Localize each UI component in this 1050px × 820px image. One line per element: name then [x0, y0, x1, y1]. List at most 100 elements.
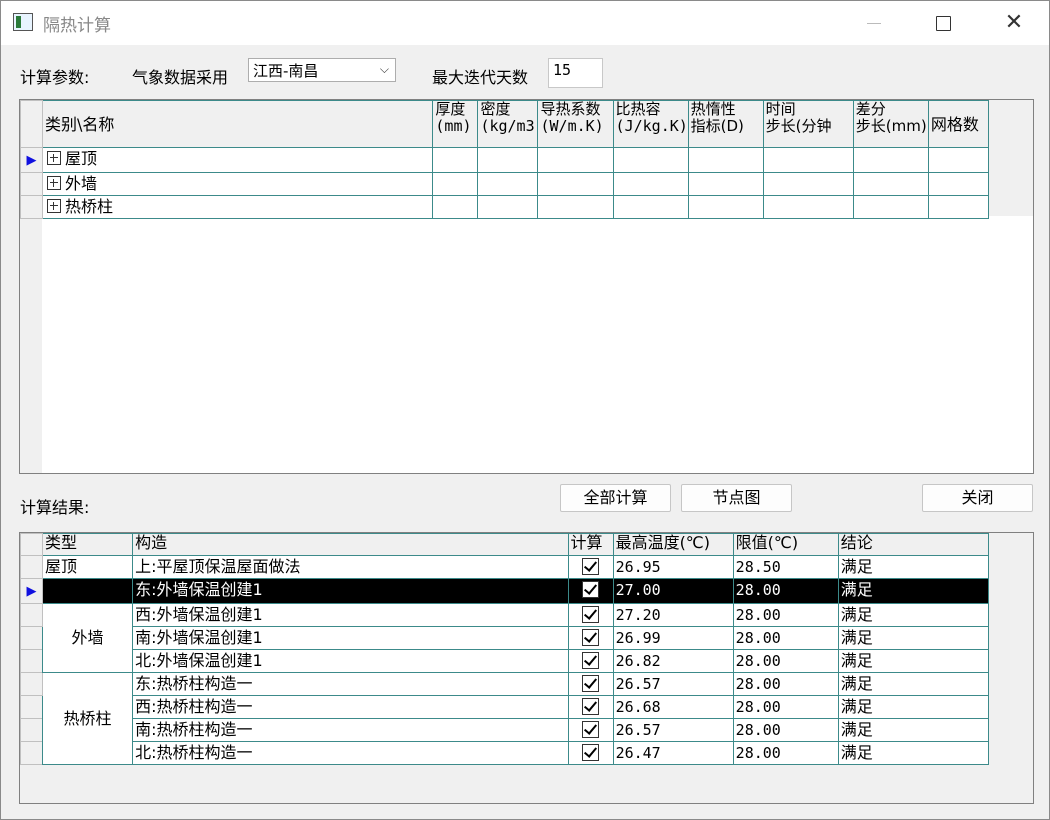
limit-cell[interactable]: 28.00 [732, 649, 839, 673]
conclusion-cell[interactable]: 满足 [837, 555, 990, 579]
tree-node[interactable]: 屋顶 [42, 147, 434, 173]
col-header-specific-heat[interactable]: 比热容 (J/kg.K) [612, 100, 689, 148]
construction-cell[interactable]: 东:热桥柱构造一 [132, 672, 569, 696]
col-header-time-step[interactable]: 时间 步长(分钟 [762, 100, 854, 148]
limit-cell[interactable]: 28.50 [732, 555, 839, 579]
tree-node[interactable]: 外墙 [42, 172, 434, 196]
conclusion-cell[interactable]: 满足 [837, 672, 990, 696]
table-row[interactable]: 北:热桥柱构造一 26.47 28.00 满足 [20, 741, 990, 765]
maximize-button[interactable] [908, 1, 978, 45]
conclusion-cell[interactable]: 满足 [837, 718, 990, 742]
type-cell-merged[interactable]: 外墙 [42, 603, 134, 673]
conclusion-cell[interactable]: 满足 [837, 626, 990, 650]
close-button[interactable]: 关闭 [922, 484, 1033, 512]
col-header-thickness[interactable]: 厚度 (mm) [432, 100, 479, 148]
checkbox-checked-icon[interactable] [582, 581, 600, 598]
max-temp-cell[interactable]: 26.68 [612, 695, 734, 719]
max-temp-cell[interactable]: 27.00 [612, 578, 734, 604]
tree-node[interactable]: 热桥柱 [42, 195, 434, 219]
max-temp-cell[interactable]: 26.57 [612, 672, 734, 696]
table-row[interactable]: 热桥柱 [20, 195, 990, 219]
type-cell-merged[interactable]: 热桥柱 [42, 672, 134, 765]
compute-checkbox-cell[interactable] [567, 626, 614, 650]
compute-checkbox-cell[interactable] [567, 555, 614, 579]
limit-cell[interactable]: 28.00 [732, 695, 839, 719]
limit-cell[interactable]: 28.00 [732, 603, 839, 627]
checkbox-checked-icon[interactable] [582, 675, 600, 692]
expand-icon[interactable] [47, 175, 62, 190]
col-header-density[interactable]: 密度 (kg/m3 [477, 100, 539, 148]
col-header-inertia[interactable]: 热惰性 指标(D) [687, 100, 764, 148]
max-temp-cell[interactable]: 26.57 [612, 718, 734, 742]
node-chart-button[interactable]: 节点图 [681, 484, 792, 512]
minimize-button[interactable] [839, 1, 909, 45]
checkbox-checked-icon[interactable] [582, 721, 600, 738]
compute-checkbox-cell[interactable] [567, 695, 614, 719]
compute-checkbox-cell[interactable] [567, 649, 614, 673]
weather-select[interactable]: 江西-南昌 ⌵ [248, 58, 396, 82]
table-row[interactable]: 西:热桥柱构造一 26.68 28.00 满足 [20, 695, 990, 719]
limit-cell[interactable]: 28.00 [732, 626, 839, 650]
checkbox-checked-icon[interactable] [582, 629, 600, 646]
construction-cell[interactable]: 东:外墙保温创建1 [132, 578, 569, 604]
col-header-conclusion[interactable]: 结论 [837, 533, 990, 556]
col-header-conductivity[interactable]: 导热系数 (W/m.K) [537, 100, 614, 148]
checkbox-checked-icon[interactable] [582, 606, 600, 623]
max-days-input[interactable]: 15 [548, 58, 603, 88]
table-row[interactable]: 屋顶 上:平屋顶保温屋面做法 26.95 28.50 满足 [20, 555, 990, 579]
construction-cell[interactable]: 西:热桥柱构造一 [132, 695, 569, 719]
compute-checkbox-cell[interactable] [567, 672, 614, 696]
checkbox-checked-icon[interactable] [582, 698, 600, 715]
table-row[interactable]: ▶ 屋顶 [20, 147, 990, 173]
close-window-button[interactable]: ✕ [979, 1, 1049, 45]
compute-checkbox-cell[interactable] [567, 578, 614, 604]
table-row[interactable]: 外墙 [20, 172, 990, 196]
results-grid[interactable]: 类型 构造 计算 最高温度(℃) 限值(℃) 结论 屋顶 上:平屋顶保温屋面做法… [19, 532, 1034, 804]
col-header-construction[interactable]: 构造 [132, 533, 569, 556]
expand-icon[interactable] [47, 198, 62, 213]
limit-cell[interactable]: 28.00 [732, 672, 839, 696]
checkbox-checked-icon[interactable] [582, 558, 600, 575]
col-header-name[interactable]: 类别\名称 [42, 100, 434, 148]
construction-cell[interactable]: 北:外墙保温创建1 [132, 649, 569, 673]
compute-checkbox-cell[interactable] [567, 718, 614, 742]
col-header-grid-count[interactable]: 网格数 [927, 100, 990, 148]
table-row[interactable]: 热桥柱 东:热桥柱构造一 26.57 28.00 满足 [20, 672, 990, 765]
construction-cell[interactable]: 南:外墙保温创建1 [132, 626, 569, 650]
conclusion-cell[interactable]: 满足 [837, 741, 990, 765]
col-header-limit[interactable]: 限值(℃) [732, 533, 839, 556]
construction-cell[interactable]: 西:外墙保温创建1 [132, 603, 569, 627]
max-temp-cell[interactable]: 26.47 [612, 741, 734, 765]
limit-cell[interactable]: 28.00 [732, 718, 839, 742]
type-cell[interactable] [42, 578, 134, 604]
construction-cell[interactable]: 北:热桥柱构造一 [132, 741, 569, 765]
conclusion-cell[interactable]: 满足 [837, 649, 990, 673]
construction-cell[interactable]: 南:热桥柱构造一 [132, 718, 569, 742]
max-temp-cell[interactable]: 26.82 [612, 649, 734, 673]
compute-all-button[interactable]: 全部计算 [560, 484, 671, 512]
materials-grid[interactable]: 类别\名称 厚度 (mm) 密度 (kg/m3 导热系数 (W/m.K) 比热容 (J/… [19, 99, 1034, 474]
compute-checkbox-cell[interactable] [567, 603, 614, 627]
table-row[interactable]: 外墙 西:外墙保温创建1 27.20 28.00 满足 [20, 603, 990, 673]
checkbox-checked-icon[interactable] [582, 652, 600, 669]
table-row[interactable]: 北:外墙保温创建1 26.82 28.00 满足 [20, 649, 990, 673]
col-header-max-temp[interactable]: 最高温度(℃) [612, 533, 734, 556]
table-row-selected[interactable]: ▶ 东:外墙保温创建1 27.00 28.00 满足 [20, 578, 990, 604]
max-temp-cell[interactable]: 26.99 [612, 626, 734, 650]
limit-cell[interactable]: 28.00 [732, 741, 839, 765]
type-cell[interactable]: 屋顶 [42, 555, 134, 579]
max-temp-cell[interactable]: 26.95 [612, 555, 734, 579]
compute-checkbox-cell[interactable] [567, 741, 614, 765]
col-header-type[interactable]: 类型 [42, 533, 134, 556]
conclusion-cell[interactable]: 满足 [837, 578, 990, 604]
expand-icon[interactable] [47, 150, 62, 165]
construction-cell[interactable]: 上:平屋顶保温屋面做法 [132, 555, 569, 579]
limit-cell[interactable]: 28.00 [732, 578, 839, 604]
table-row[interactable]: 南:热桥柱构造一 26.57 28.00 满足 [20, 718, 990, 742]
max-temp-cell[interactable]: 27.20 [612, 603, 734, 627]
col-header-diff-step[interactable]: 差分 步长(mm) [852, 100, 929, 148]
conclusion-cell[interactable]: 满足 [837, 695, 990, 719]
checkbox-checked-icon[interactable] [582, 744, 600, 761]
table-row[interactable]: 南:外墙保温创建1 26.99 28.00 满足 [20, 626, 990, 650]
col-header-compute[interactable]: 计算 [567, 533, 614, 556]
